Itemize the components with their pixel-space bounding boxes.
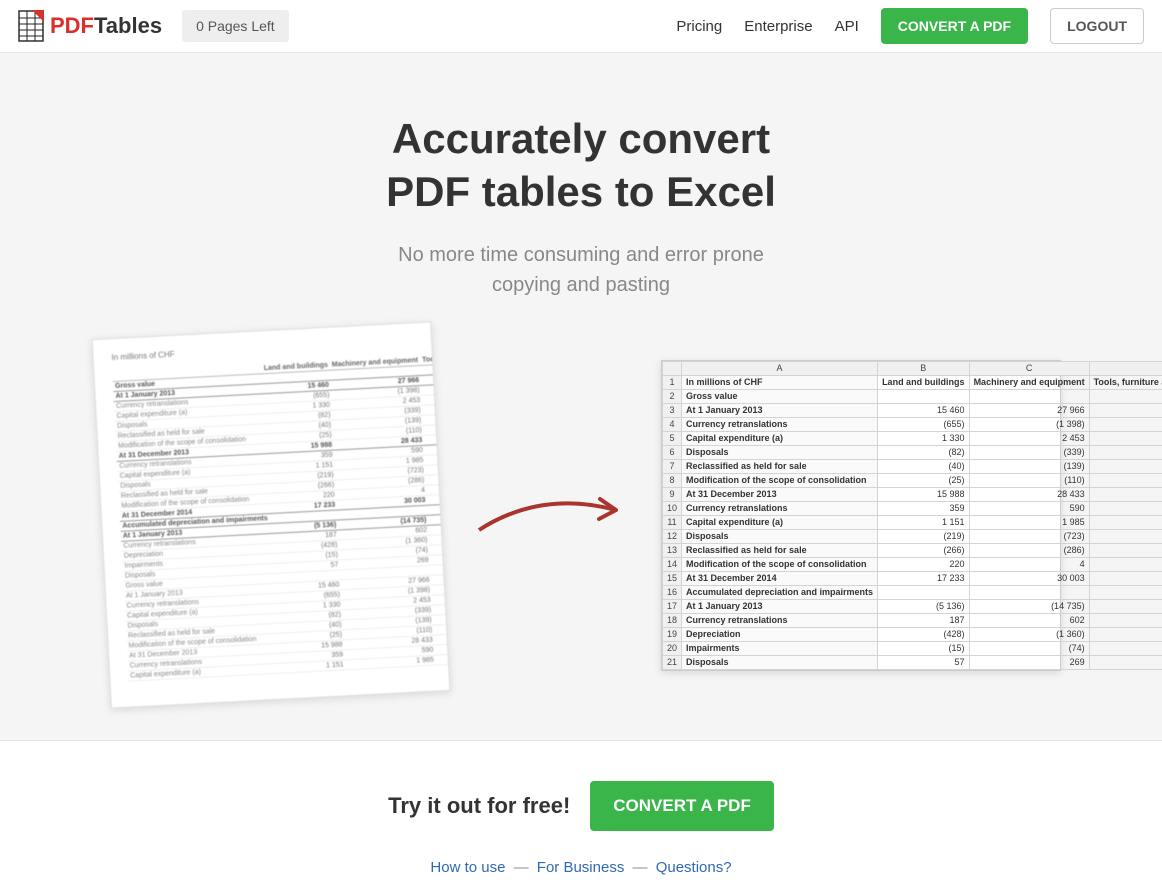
nav-pricing[interactable]: Pricing <box>676 18 722 35</box>
pdf-preview: In millions of CHF Land and buildingsMac… <box>92 321 451 708</box>
cta-links: How to use — For Business — Questions? <box>20 859 1142 876</box>
header-left: PDFTables 0 Pages Left <box>18 10 289 42</box>
pages-left-badge[interactable]: 0 Pages Left <box>182 10 289 42</box>
cta-row: Try it out for free! CONVERT A PDF <box>20 781 1142 831</box>
logo-icon <box>18 10 44 42</box>
link-how-to-use[interactable]: How to use <box>430 859 505 876</box>
excel-preview: ABCD1In millions of CHFLand and building… <box>661 360 1061 671</box>
logo-text: PDFTables <box>50 13 162 39</box>
logo[interactable]: PDFTables <box>18 10 162 42</box>
logout-button[interactable]: LOGOUT <box>1050 8 1144 44</box>
cta-section: Try it out for free! CONVERT A PDF How t… <box>0 741 1162 896</box>
link-questions[interactable]: Questions? <box>656 859 732 876</box>
header-right: Pricing Enterprise API CONVERT A PDF LOG… <box>676 8 1144 44</box>
link-for-business[interactable]: For Business <box>537 859 625 876</box>
nav-api[interactable]: API <box>835 18 859 35</box>
hero-subtitle: No more time consuming and error prone c… <box>20 240 1142 300</box>
convert-button-header[interactable]: CONVERT A PDF <box>881 8 1028 44</box>
cta-text: Try it out for free! <box>388 793 570 819</box>
convert-button-cta[interactable]: CONVERT A PDF <box>590 781 774 831</box>
hero-section: Accurately convert PDF tables to Excel N… <box>0 53 1162 741</box>
illustration: In millions of CHF Land and buildingsMac… <box>20 330 1142 700</box>
arrow-icon <box>471 485 631 545</box>
top-header: PDFTables 0 Pages Left Pricing Enterpris… <box>0 0 1162 53</box>
separator: — <box>514 859 529 876</box>
nav-enterprise[interactable]: Enterprise <box>744 18 812 35</box>
hero-title: Accurately convert PDF tables to Excel <box>20 113 1142 218</box>
separator: — <box>633 859 648 876</box>
